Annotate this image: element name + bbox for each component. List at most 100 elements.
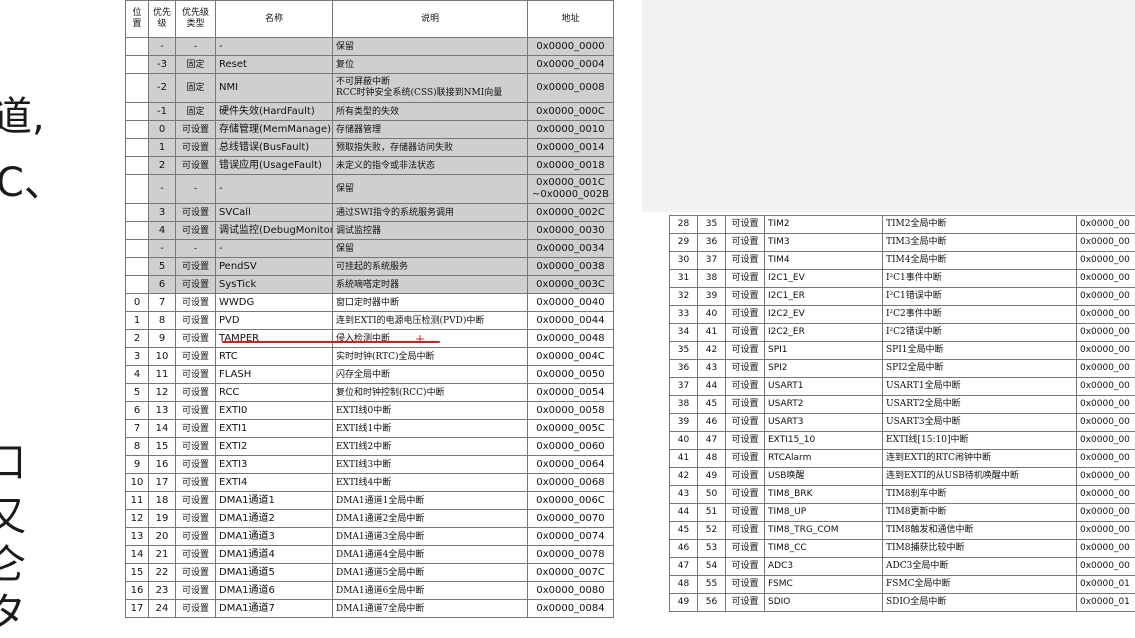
row-priority: 20 bbox=[149, 528, 176, 546]
row-position: 45 bbox=[670, 522, 698, 540]
row-address: 0x0000_0058 bbox=[528, 402, 614, 420]
row-address: 0x0000_00 bbox=[1077, 486, 1135, 504]
row-priority: 47 bbox=[698, 432, 726, 450]
row-position: 0 bbox=[126, 294, 149, 312]
row-position: 48 bbox=[670, 576, 698, 594]
row-address: 0x0000_002C bbox=[528, 204, 614, 222]
row-priority: 56 bbox=[698, 594, 726, 612]
row-description: 通过SWI指令的系统服务调用 bbox=[333, 204, 528, 222]
row-priority: 19 bbox=[149, 510, 176, 528]
row-address: 0x0000_0040 bbox=[528, 294, 614, 312]
row-position bbox=[126, 240, 149, 258]
table-row: 916可设置EXTI3EXTI线3中断0x0000_0064 bbox=[126, 456, 614, 474]
row-description: 可挂起的系统服务 bbox=[333, 258, 528, 276]
table-header-row: 位置 优先级 优先级类型 名称 说明 地址 bbox=[126, 1, 614, 38]
table-row: 1219可设置DMA1通道2DMA1通道2全局中断0x0000_0070 bbox=[126, 510, 614, 528]
table-row: 4552可设置TIM8_TRG_COMTIM8触发和通信中断0x0000_00 bbox=[670, 522, 1135, 540]
row-position: 1 bbox=[126, 312, 149, 330]
row-name: 调试监控(DebugMonitor) bbox=[216, 222, 333, 240]
row-name: DMA1通道6 bbox=[216, 582, 333, 600]
row-position: 5 bbox=[126, 384, 149, 402]
row-name: SVCall bbox=[216, 204, 333, 222]
row-priority: 53 bbox=[698, 540, 726, 558]
row-priority-type: 可设置 bbox=[176, 456, 216, 474]
row-priority: 41 bbox=[698, 324, 726, 342]
row-priority: 7 bbox=[149, 294, 176, 312]
row-priority-type: 可设置 bbox=[726, 522, 765, 540]
row-description: 复位 bbox=[333, 56, 528, 74]
table-row: 2936可设置TIM3TIM3全局中断0x0000_00 bbox=[670, 234, 1135, 252]
row-priority-type: 可设置 bbox=[176, 366, 216, 384]
row-name: - bbox=[216, 38, 333, 56]
row-address: 0x0000_0014 bbox=[528, 139, 614, 157]
row-priority-type: 可设置 bbox=[176, 139, 216, 157]
table-row: 3037可设置TIM4TIM4全局中断0x0000_00 bbox=[670, 252, 1135, 270]
row-priority-type: 可设置 bbox=[726, 432, 765, 450]
row-description: EXTI线0中断 bbox=[333, 402, 528, 420]
row-priority: 44 bbox=[698, 378, 726, 396]
row-position: 2 bbox=[126, 330, 149, 348]
table-row: 613可设置EXTI0EXTI线0中断0x0000_0058 bbox=[126, 402, 614, 420]
row-priority-type: 可设置 bbox=[726, 558, 765, 576]
row-priority: 48 bbox=[698, 450, 726, 468]
row-priority: 0 bbox=[149, 121, 176, 139]
row-priority-type: 可设置 bbox=[726, 216, 765, 234]
row-priority-type: 可设置 bbox=[176, 420, 216, 438]
row-priority-type: 可设置 bbox=[726, 396, 765, 414]
table-row: 3845可设置USART2USART2全局中断0x0000_00 bbox=[670, 396, 1135, 414]
row-address: 0x0000_0070 bbox=[528, 510, 614, 528]
row-name: SysTick bbox=[216, 276, 333, 294]
row-description: DMA1通道7全局中断 bbox=[333, 600, 528, 618]
row-address: 0x0000_0054 bbox=[528, 384, 614, 402]
row-address: 0x0000_0064 bbox=[528, 456, 614, 474]
header-name: 名称 bbox=[216, 1, 333, 38]
row-priority: 5 bbox=[149, 258, 176, 276]
table-row: 2835可设置TIM2TIM2全局中断0x0000_00 bbox=[670, 216, 1135, 234]
row-address: 0x0000_00 bbox=[1077, 234, 1135, 252]
row-priority: 12 bbox=[149, 384, 176, 402]
row-name: TIM8_TRG_COM bbox=[765, 522, 883, 540]
table-row: 4956可设置SDIOSDIO全局中断0x0000_01 bbox=[670, 594, 1135, 612]
row-position: 47 bbox=[670, 558, 698, 576]
row-position: 39 bbox=[670, 414, 698, 432]
row-description: 侵入检测中断 bbox=[333, 330, 528, 348]
row-position bbox=[126, 258, 149, 276]
row-address: 0x0000_0084 bbox=[528, 600, 614, 618]
row-address: 0x0000_004C bbox=[528, 348, 614, 366]
table-row: 512可设置RCC复位和时钟控制(RCC)中断0x0000_0054 bbox=[126, 384, 614, 402]
row-position: 37 bbox=[670, 378, 698, 396]
row-position: 40 bbox=[670, 432, 698, 450]
table-row: 1421可设置DMA1通道4DMA1通道4全局中断0x0000_0078 bbox=[126, 546, 614, 564]
row-position bbox=[126, 103, 149, 121]
row-address: 0x0000_01 bbox=[1077, 576, 1135, 594]
table-row: 3542可设置SPI1SPI1全局中断0x0000_00 bbox=[670, 342, 1135, 360]
row-position bbox=[126, 222, 149, 240]
row-description: EXTI线4中断 bbox=[333, 474, 528, 492]
row-name: USB唤醒 bbox=[765, 468, 883, 486]
table-row: 2可设置错误应用(UsageFault)未定义的指令或非法状态0x0000_00… bbox=[126, 157, 614, 175]
row-description: 连到EXTI的RTC闹钟中断 bbox=[883, 450, 1077, 468]
row-name: DMA1通道5 bbox=[216, 564, 333, 582]
row-priority-type: - bbox=[176, 175, 216, 204]
row-address: 0x0000_00 bbox=[1077, 432, 1135, 450]
row-priority: 21 bbox=[149, 546, 176, 564]
row-priority: 50 bbox=[698, 486, 726, 504]
row-description: TIM8触发和通信中断 bbox=[883, 522, 1077, 540]
row-description: EXTI线2中断 bbox=[333, 438, 528, 456]
row-position: 49 bbox=[670, 594, 698, 612]
row-address: 0x0000_0018 bbox=[528, 157, 614, 175]
row-position: 14 bbox=[126, 546, 149, 564]
row-name: EXTI0 bbox=[216, 402, 333, 420]
row-priority-type: 可设置 bbox=[176, 582, 216, 600]
table-row: 18可设置PVD连到EXTI的电源电压检测(PVD)中断0x0000_0044 bbox=[126, 312, 614, 330]
row-priority-type: 可设置 bbox=[176, 528, 216, 546]
row-priority-type: 可设置 bbox=[176, 600, 216, 618]
row-name: 错误应用(UsageFault) bbox=[216, 157, 333, 175]
row-position: 16 bbox=[126, 582, 149, 600]
red-underline-annotation bbox=[222, 341, 440, 343]
row-priority: -1 bbox=[149, 103, 176, 121]
row-priority: 1 bbox=[149, 139, 176, 157]
table-row: -1固定硬件失效(HardFault)所有类型的失效0x0000_000C bbox=[126, 103, 614, 121]
row-name: RTCAlarm bbox=[765, 450, 883, 468]
row-description: SPI2全局中断 bbox=[883, 360, 1077, 378]
